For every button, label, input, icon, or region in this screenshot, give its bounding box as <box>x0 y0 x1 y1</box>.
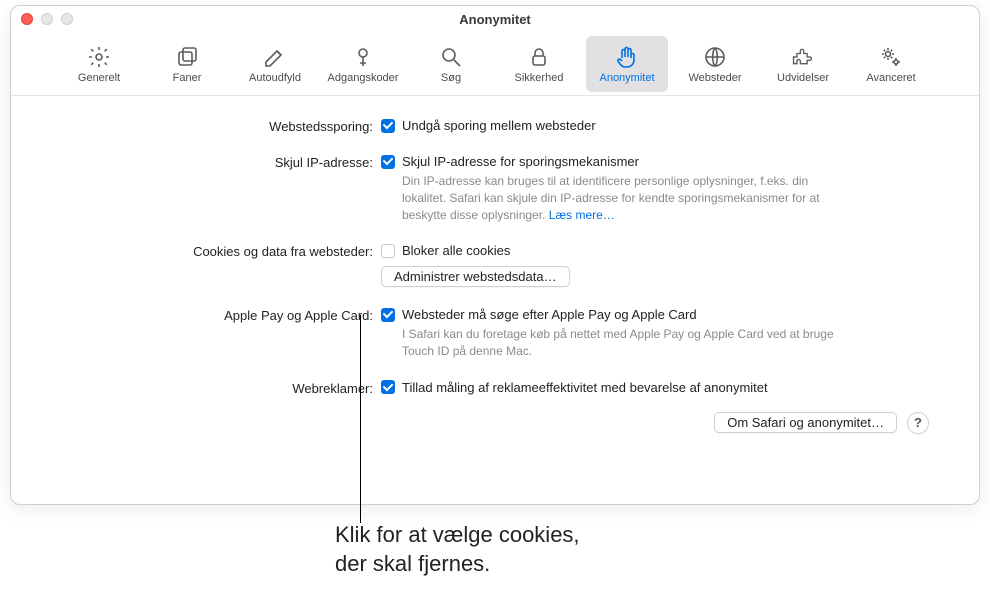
apple-pay-checkbox[interactable] <box>381 308 395 322</box>
apple-pay-checkbox-label: Websteder må søge efter Apple Pay og App… <box>402 307 697 322</box>
tracking-checkbox[interactable] <box>381 119 395 133</box>
traffic-lights <box>21 13 73 25</box>
tab-general[interactable]: Generelt <box>58 36 140 92</box>
minimize-button[interactable] <box>41 13 53 25</box>
preferences-window: Anonymitet Generelt Faner Autoudfyld Adg… <box>10 5 980 505</box>
tracking-label: Webstedssporing: <box>41 118 381 134</box>
tab-tabs[interactable]: Faner <box>146 36 228 92</box>
key-icon <box>350 44 376 70</box>
puzzle-icon <box>790 44 816 70</box>
ads-checkbox[interactable] <box>381 380 395 394</box>
lock-icon <box>526 44 552 70</box>
tab-label: Avanceret <box>866 72 915 84</box>
tab-websites[interactable]: Websteder <box>674 36 756 92</box>
tab-label: Udvidelser <box>777 72 829 84</box>
close-button[interactable] <box>21 13 33 25</box>
apple-pay-label: Apple Pay og Apple Card: <box>41 307 381 323</box>
help-button[interactable]: ? <box>907 412 929 434</box>
tab-label: Websteder <box>689 72 742 84</box>
tab-passwords[interactable]: Adgangskoder <box>322 36 404 92</box>
pen-icon <box>262 44 288 70</box>
hide-ip-hint: Din IP-adresse kan bruges til at identif… <box>381 173 841 223</box>
tab-label: Autoudfyld <box>249 72 301 84</box>
tab-extensions[interactable]: Udvidelser <box>762 36 844 92</box>
callout-text: Klik for at vælge cookies, der skal fjer… <box>335 521 580 578</box>
learn-more-link[interactable]: Læs mere… <box>549 208 615 222</box>
gears-icon <box>878 44 904 70</box>
titlebar: Anonymitet <box>11 6 979 32</box>
gear-icon <box>86 44 112 70</box>
hand-icon <box>614 44 640 70</box>
block-cookies-label: Bloker alle cookies <box>402 243 510 258</box>
tab-label: Adgangskoder <box>328 72 399 84</box>
tracking-checkbox-label: Undgå sporing mellem websteder <box>402 118 596 133</box>
tab-label: Søg <box>441 72 461 84</box>
tab-advanced[interactable]: Avanceret <box>850 36 932 92</box>
tab-search[interactable]: Søg <box>410 36 492 92</box>
hide-ip-checkbox-label: Skjul IP-adresse for sporingsmekanismer <box>402 154 639 169</box>
block-cookies-checkbox[interactable] <box>381 244 395 258</box>
about-privacy-button[interactable]: Om Safari og anonymitet… <box>714 412 897 433</box>
tab-autofill[interactable]: Autoudfyld <box>234 36 316 92</box>
callout-leader-line <box>360 315 361 523</box>
hide-ip-label: Skjul IP-adresse: <box>41 154 381 170</box>
tabs-icon <box>174 44 200 70</box>
ads-checkbox-label: Tillad måling af reklameeffektivitet med… <box>402 380 768 395</box>
tab-security[interactable]: Sikkerhed <box>498 36 580 92</box>
tab-label: Anonymitet <box>599 72 654 84</box>
search-icon <box>438 44 464 70</box>
cookies-label: Cookies og data fra websteder: <box>41 243 381 259</box>
tab-label: Sikkerhed <box>515 72 564 84</box>
hide-ip-checkbox[interactable] <box>381 155 395 169</box>
ads-label: Webreklamer: <box>41 380 381 396</box>
globe-icon <box>702 44 728 70</box>
tab-label: Faner <box>173 72 202 84</box>
toolbar: Generelt Faner Autoudfyld Adgangskoder S… <box>11 32 979 96</box>
tab-label: Generelt <box>78 72 120 84</box>
tab-privacy[interactable]: Anonymitet <box>586 36 668 92</box>
maximize-button[interactable] <box>61 13 73 25</box>
window-title: Anonymitet <box>11 12 979 27</box>
apple-pay-hint: I Safari kan du foretage køb på nettet m… <box>381 326 841 360</box>
content-area: Webstedssporing: Undgå sporing mellem we… <box>11 96 979 434</box>
manage-website-data-button[interactable]: Administrer webstedsdata… <box>381 266 570 287</box>
